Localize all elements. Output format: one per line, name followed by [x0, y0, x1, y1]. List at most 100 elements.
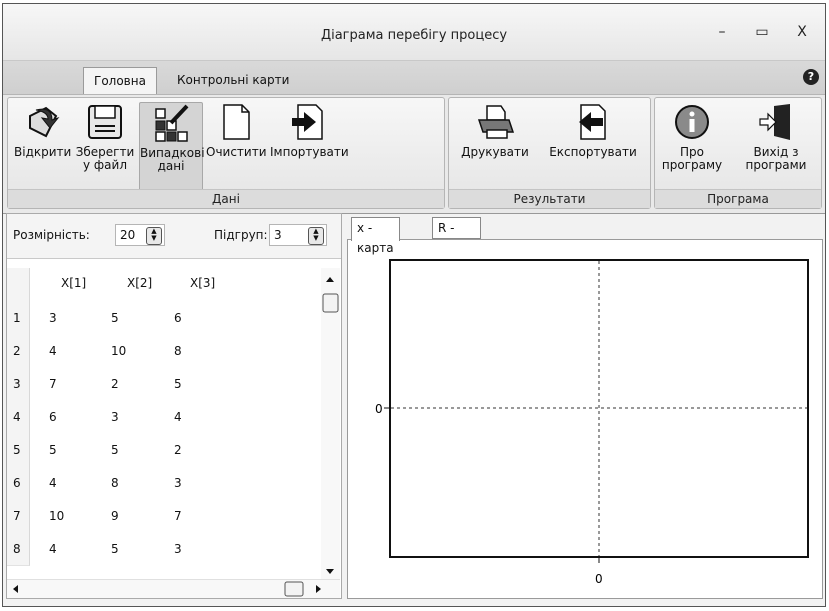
row-header[interactable]: 3	[7, 367, 30, 401]
row-header[interactable]: 4	[7, 400, 30, 434]
table-cell[interactable]: 4	[49, 476, 57, 490]
table-cell[interactable]: 5	[111, 311, 119, 325]
table-cell[interactable]: 3	[174, 476, 182, 490]
horizontal-scroll-thumb[interactable]	[284, 581, 304, 597]
table-cell[interactable]: 3	[174, 542, 182, 556]
row-number: 7	[13, 509, 21, 523]
table-cell[interactable]: 4	[174, 410, 182, 424]
row-number: 3	[13, 377, 21, 391]
save-label-1: Зберегти	[75, 145, 135, 159]
scroll-left-arrow-icon[interactable]	[13, 585, 18, 593]
column-header[interactable]: X[3]	[190, 276, 215, 290]
column-header[interactable]: X[1]	[61, 276, 86, 290]
scroll-up-arrow-icon[interactable]	[326, 277, 334, 282]
row-header[interactable]: 1	[7, 301, 30, 335]
data-pane: Розмірність: 20 ▲ ▼ Підгруп: 3 ▲ ▼ X[1] X[…	[6, 213, 342, 599]
print-label: Друкувати	[461, 145, 529, 159]
exit-label-1: Вихід з	[753, 145, 799, 159]
tab-home[interactable]: Головна	[83, 67, 157, 94]
close-button[interactable]: X	[790, 24, 814, 40]
table-cell[interactable]: 3	[49, 311, 57, 325]
params-bar: Розмірність: 20 ▲ ▼ Підгруп: 3 ▲ ▼	[7, 214, 341, 259]
size-label: Розмірність:	[13, 228, 90, 242]
scroll-down-arrow-icon[interactable]	[326, 569, 334, 574]
table-cell[interactable]: 5	[111, 542, 119, 556]
blank-page-icon	[223, 104, 250, 140]
row-header[interactable]: 7	[7, 499, 30, 533]
size-spinner[interactable]: 20 ▲ ▼	[115, 224, 165, 246]
minimize-button[interactable]: –	[710, 24, 734, 40]
table-cell[interactable]: 8	[111, 476, 119, 490]
row-number: 2	[13, 344, 21, 358]
export-label: Експортувати	[549, 145, 637, 159]
table-row: 7 10 9 7	[7, 499, 320, 533]
table-cell[interactable]: 2	[111, 377, 119, 391]
tab-r-chart[interactable]: R - карта	[432, 217, 481, 255]
row-header[interactable]: 6	[7, 466, 30, 500]
about-label-2: програму	[661, 158, 723, 172]
random-label-2: дані	[157, 159, 185, 173]
table-cell[interactable]: 9	[111, 509, 119, 523]
vertical-scroll-thumb[interactable]	[322, 293, 339, 313]
horizontal-scrollbar[interactable]	[7, 579, 340, 598]
clear-label: Очистити	[206, 145, 267, 159]
import-button[interactable]: Імпортувати	[270, 102, 349, 159]
row-number: 4	[13, 410, 21, 424]
table-cell[interactable]: 4	[49, 542, 57, 556]
subgroups-spinner[interactable]: 3 ▲ ▼	[269, 224, 327, 246]
table-row: 4 6 3 4	[7, 400, 320, 434]
table-row: 3 7 2 5	[7, 367, 320, 401]
tab-control-charts[interactable]: Контрольні карти	[167, 67, 299, 93]
save-to-file-button[interactable]: Зберегти у файл	[74, 102, 136, 172]
table-cell[interactable]: 10	[111, 344, 126, 358]
spinner-arrows-icon[interactable]: ▲ ▼	[308, 227, 324, 245]
maximize-button[interactable]: ▭	[750, 24, 774, 40]
group-data-label: Дані	[8, 189, 444, 208]
spinner-arrows-icon[interactable]: ▲ ▼	[146, 227, 162, 245]
table-cell[interactable]: 6	[174, 311, 182, 325]
print-button[interactable]: Друкувати	[455, 102, 535, 159]
random-label-1: Випадкові	[140, 146, 205, 160]
table-cell[interactable]: 5	[174, 377, 182, 391]
export-button[interactable]: Експортувати	[541, 102, 645, 159]
exit-button[interactable]: Вихід з програми	[737, 102, 815, 172]
clear-button[interactable]: Очистити	[206, 102, 267, 159]
table-row: 1 3 5 6	[7, 301, 320, 335]
import-label: Імпортувати	[270, 145, 349, 159]
scroll-right-arrow-icon[interactable]	[316, 585, 321, 593]
table-cell[interactable]: 5	[49, 443, 57, 457]
row-header[interactable]: 2	[7, 334, 30, 368]
title-bar: Діаграма перебігу процесу – ▭ X	[3, 4, 825, 60]
group-results-label: Результати	[449, 189, 650, 208]
table-cell[interactable]: 4	[49, 344, 57, 358]
table-cell[interactable]: 8	[174, 344, 182, 358]
open-button[interactable]: Відкрити	[14, 102, 71, 159]
row-header[interactable]: 5	[7, 433, 30, 467]
table-cell[interactable]: 7	[49, 377, 57, 391]
export-icon	[579, 104, 606, 140]
about-button[interactable]: Про програму	[659, 102, 725, 172]
table-cell[interactable]: 5	[111, 443, 119, 457]
chart-area: 0 0	[347, 239, 823, 599]
table-corner	[7, 268, 30, 302]
random-data-icon	[155, 104, 189, 142]
table-cell[interactable]: 7	[174, 509, 182, 523]
subgroups-label: Підгруп:	[214, 228, 268, 242]
row-header[interactable]: 8	[7, 532, 30, 566]
help-icon[interactable]: ?	[803, 69, 819, 85]
random-data-button[interactable]: Випадкові дані	[139, 102, 205, 192]
table-cell[interactable]: 3	[111, 410, 119, 424]
printer-icon	[477, 105, 515, 139]
column-header[interactable]: X[2]	[127, 276, 152, 290]
vertical-scrollbar[interactable]	[321, 268, 340, 588]
table-row: 8 4 5 3	[7, 532, 320, 566]
table-cell[interactable]: 6	[49, 410, 57, 424]
table-cell[interactable]: 2	[174, 443, 182, 457]
table-row: 2 4 10 8	[7, 334, 320, 368]
tab-x-chart[interactable]: x - карта	[351, 217, 400, 255]
window-title: Діаграма перебігу процесу	[320, 28, 508, 43]
row-number: 6	[13, 476, 21, 490]
ribbon: Відкрити Зберегти у файл Випадкові дані …	[3, 94, 825, 214]
table-cell[interactable]: 10	[49, 509, 64, 523]
ribbon-tabs: Головна Контрольні карти ?	[3, 60, 825, 95]
